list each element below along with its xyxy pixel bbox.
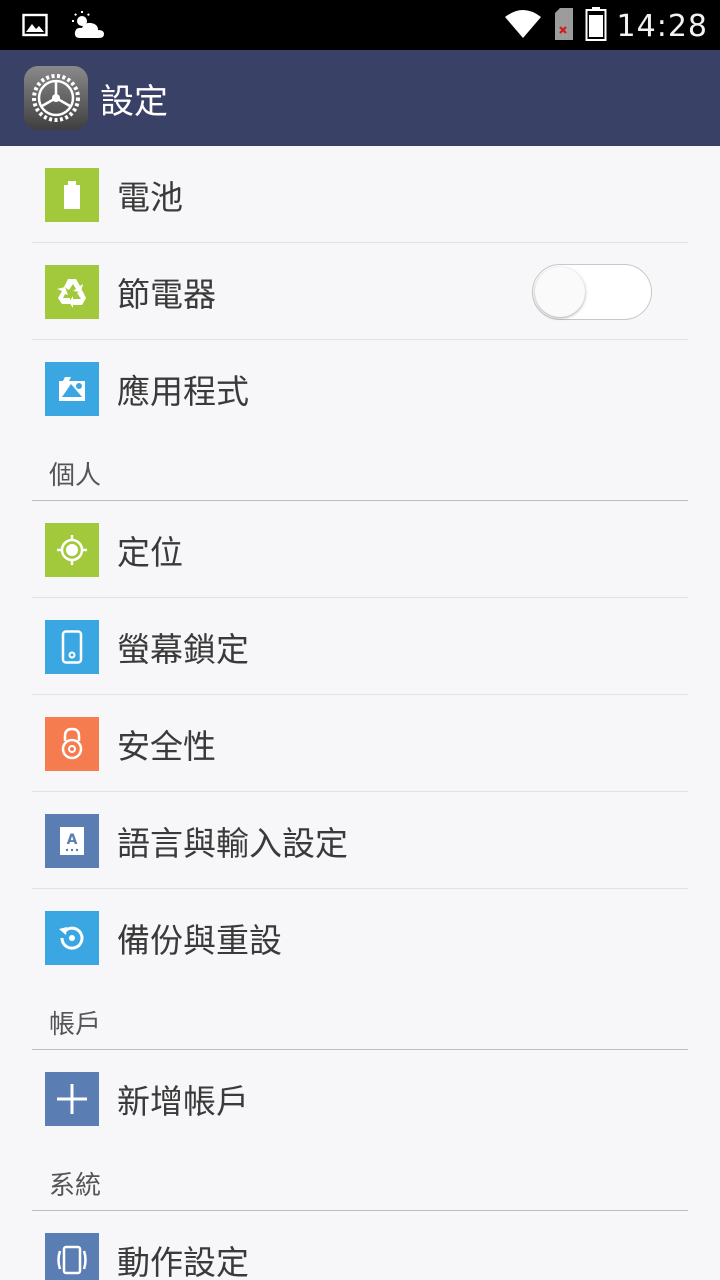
power-saver-toggle[interactable]: [532, 264, 652, 320]
settings-item-apps[interactable]: 應用程式: [0, 340, 720, 437]
sim-missing-icon: [553, 7, 575, 45]
battery-icon: [585, 7, 607, 45]
settings-item-location[interactable]: 定位: [0, 501, 720, 598]
status-bar: 14:28: [0, 0, 720, 50]
settings-item-label: 新增帳戶: [117, 1081, 249, 1121]
settings-item-label: 節電器: [117, 274, 216, 314]
settings-item-add-account[interactable]: 新增帳戶: [0, 1050, 720, 1147]
app-bar: 設定: [0, 50, 720, 146]
settings-item-label: 應用程式: [117, 371, 249, 411]
language-icon: A: [45, 813, 99, 868]
wifi-icon: [503, 8, 543, 44]
battery-icon: [45, 167, 99, 222]
settings-item-label: 安全性: [117, 726, 216, 766]
plus-icon: [45, 1071, 99, 1126]
page-title: 設定: [100, 81, 168, 122]
status-clock: 14:28: [616, 8, 708, 44]
recycle-icon: [45, 264, 99, 319]
motion-icon: [45, 1232, 99, 1280]
apps-icon: [45, 361, 99, 416]
settings-item-power-saver[interactable]: 節電器: [0, 243, 720, 340]
settings-item-label: 電池: [117, 177, 183, 217]
section-header-accounts: 帳戶: [0, 986, 720, 1050]
phone-lock-icon: [45, 619, 99, 674]
svg-text:A: A: [67, 832, 78, 848]
settings-item-label: 定位: [117, 532, 183, 572]
settings-item-screen-lock[interactable]: 螢幕鎖定: [0, 598, 720, 695]
settings-item-label: 螢幕鎖定: [117, 629, 249, 669]
settings-item-label: 備份與重設: [117, 920, 282, 960]
location-icon: [45, 522, 99, 577]
backup-icon: [45, 910, 99, 965]
settings-item-label: 動作設定: [117, 1242, 249, 1280]
settings-item-backup-reset[interactable]: 備份與重設: [0, 889, 720, 986]
settings-item-battery[interactable]: 電池: [0, 146, 720, 243]
settings-gear-icon: [24, 66, 88, 130]
lock-icon: [45, 716, 99, 771]
settings-list: 電池 節電器 應用程式 個人 定位 螢幕鎖定 安全性 A 語言與輸入設定 備份與…: [0, 146, 720, 1280]
section-title: 個人: [49, 461, 102, 491]
section-header-system: 系統: [0, 1147, 720, 1211]
weather-icon: [70, 10, 106, 44]
settings-item-language-input[interactable]: A 語言與輸入設定: [0, 792, 720, 889]
settings-item-security[interactable]: 安全性: [0, 695, 720, 792]
section-header-personal: 個人: [0, 437, 720, 501]
section-title: 系統: [49, 1171, 102, 1201]
toggle-knob: [535, 267, 585, 317]
image-icon: [22, 13, 48, 41]
settings-item-motion[interactable]: 動作設定: [0, 1211, 720, 1280]
section-title: 帳戶: [49, 1010, 102, 1040]
settings-item-label: 語言與輸入設定: [117, 823, 348, 863]
